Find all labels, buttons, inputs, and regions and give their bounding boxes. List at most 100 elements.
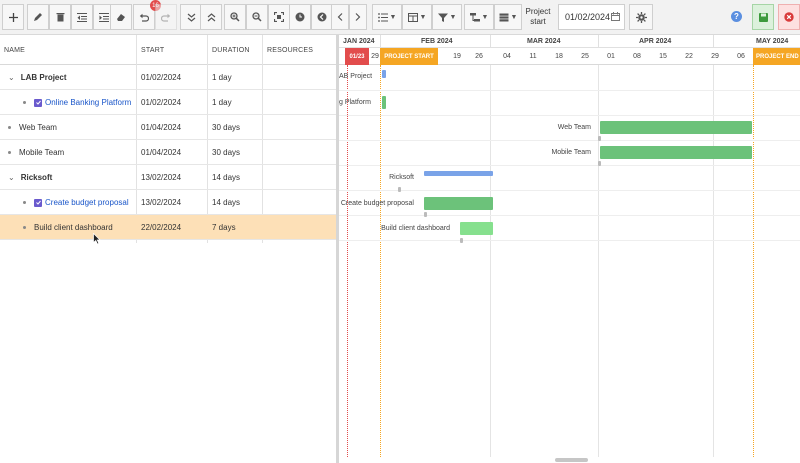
zoom-out-icon — [252, 12, 262, 22]
columns-icon — [407, 12, 418, 22]
month-header: FEB 2024 — [380, 35, 490, 48]
project-start-date-input[interactable]: 01/02/2024 — [558, 4, 625, 30]
dependency-handle[interactable] — [598, 161, 601, 166]
task-bar-mobile-team[interactable] — [600, 146, 752, 159]
start-cell: 13/02/2024 — [141, 173, 182, 182]
dependency-handle[interactable] — [424, 212, 427, 217]
name-cell: Web Team — [8, 115, 57, 140]
gantt-chart: JAN 2024 FEB 2024 MAR 2024 APR 2024 MAY … — [339, 35, 800, 463]
month-header: MAY 2024 — [713, 35, 800, 48]
columns-menu[interactable]: ▼ — [402, 4, 432, 30]
redo-button[interactable] — [155, 4, 177, 30]
settings-button[interactable] — [629, 4, 653, 30]
filter-menu[interactable]: ▼ — [432, 4, 462, 30]
zoom-in-button[interactable] — [224, 4, 246, 30]
close-button[interactable] — [778, 4, 800, 30]
task-bar-online-banking[interactable] — [382, 96, 386, 109]
edit-button[interactable] — [27, 4, 49, 30]
scroll-left-button[interactable] — [331, 4, 349, 30]
today-line — [347, 65, 348, 457]
task-name[interactable]: Create budget proposal — [45, 198, 129, 207]
scroll-right-button[interactable] — [349, 4, 367, 30]
add-task-button[interactable] — [2, 4, 24, 30]
caret-down-icon: ▼ — [449, 13, 457, 21]
horizontal-scrollbar[interactable] — [555, 458, 588, 462]
duration-cell: 14 days — [212, 173, 241, 182]
task-bar-budget-proposal[interactable] — [424, 197, 493, 210]
chevron-down-icon[interactable]: ⌄ — [8, 73, 15, 82]
day-label: 11 — [529, 53, 537, 60]
dependency-handle[interactable] — [460, 238, 463, 243]
redo-icon — [161, 13, 171, 22]
day-label: 25 — [581, 53, 589, 60]
day-label: 04 — [503, 53, 511, 60]
export-menu[interactable]: ▼ — [494, 4, 522, 30]
month-header: MAR 2024 — [490, 35, 598, 48]
zoom-in-icon — [230, 12, 240, 22]
column-header-resources[interactable]: RESOURCES — [263, 35, 336, 65]
eraser-button[interactable] — [110, 4, 132, 30]
today-button[interactable] — [289, 4, 311, 30]
project-end-line — [753, 65, 754, 457]
today-flag: 01/23 — [345, 48, 369, 65]
column-header-duration[interactable]: DURATION — [208, 35, 263, 65]
delete-button[interactable] — [49, 4, 71, 30]
dependencies-menu[interactable]: ▼ — [464, 4, 494, 30]
row-divider — [339, 115, 800, 116]
column-header-start[interactable]: START — [137, 35, 208, 65]
summary-bar-lab-project[interactable] — [382, 70, 386, 78]
name-cell: Mobile Team — [8, 140, 64, 165]
dependency-handle[interactable] — [598, 136, 601, 141]
start-cell: 01/02/2024 — [141, 73, 182, 82]
help-icon[interactable]: ? — [731, 11, 742, 22]
month-header: JAN 2024 — [343, 38, 375, 45]
row-divider — [339, 140, 800, 141]
bar-label: Mobile Team — [551, 149, 591, 156]
day-label: 26 — [475, 53, 483, 60]
task-bar-web-team[interactable] — [600, 121, 752, 134]
day-label: 08 — [633, 53, 641, 60]
database-icon — [499, 13, 509, 21]
table-row-web-team[interactable]: Web Team 01/04/2024 30 days — [0, 115, 336, 140]
row-divider — [339, 215, 800, 216]
row-divider — [339, 190, 800, 191]
zoom-out-button[interactable] — [246, 4, 268, 30]
list-icon — [377, 12, 388, 22]
task-name[interactable]: Online Banking Platform — [45, 98, 131, 107]
filter-icon — [437, 13, 448, 22]
caret-down-icon: ▼ — [419, 13, 427, 21]
bar-label: Create budget proposal — [340, 200, 414, 207]
table-row-mobile-team[interactable]: Mobile Team 01/04/2024 30 days — [0, 140, 336, 165]
duration-cell: 1 day — [212, 98, 232, 107]
day-label: 29 — [371, 53, 379, 60]
table-row-lab-project[interactable]: ⌄ LAB Project 01/02/2024 1 day — [0, 65, 336, 90]
table-row-client-dashboard[interactable]: Build client dashboard 22/02/2024 7 days — [0, 215, 336, 240]
expand-all-button[interactable] — [180, 4, 202, 30]
column-header-name[interactable]: NAME — [0, 35, 137, 65]
previous-timespan-button[interactable] — [311, 4, 333, 30]
table-row-online-banking[interactable]: Online Banking Platform 01/02/2024 1 day — [0, 90, 336, 115]
dependency-icon — [469, 12, 480, 21]
table-row-budget-proposal[interactable]: Create budget proposal 13/02/2024 14 day… — [0, 190, 336, 215]
bullet-icon — [8, 126, 11, 129]
name-cell: Create budget proposal — [23, 190, 129, 215]
name-cell: Online Banking Platform — [23, 90, 131, 115]
collapse-all-button[interactable] — [200, 4, 222, 30]
row-divider — [339, 165, 800, 166]
task-type-icon — [34, 98, 42, 107]
bar-label: Web Team — [557, 124, 591, 131]
save-icon — [758, 12, 768, 22]
chevron-down-icon[interactable]: ⌄ — [8, 173, 15, 182]
save-button[interactable] — [752, 4, 774, 30]
outdent-button[interactable] — [71, 4, 93, 30]
list-view-menu[interactable]: ▼ — [372, 4, 402, 30]
calendar-icon[interactable] — [611, 12, 620, 21]
indent-icon — [99, 12, 109, 22]
zoom-to-fit-button[interactable] — [268, 4, 290, 30]
summary-bar-ricksoft[interactable] — [424, 171, 493, 176]
duration-cell: 1 day — [212, 73, 232, 82]
timeline-months: JAN 2024 FEB 2024 MAR 2024 APR 2024 MAY … — [339, 35, 800, 48]
dependency-handle[interactable] — [398, 187, 401, 192]
table-row-ricksoft[interactable]: ⌄ Ricksoft 13/02/2024 14 days — [0, 165, 336, 190]
task-bar-client-dashboard[interactable] — [460, 222, 493, 235]
